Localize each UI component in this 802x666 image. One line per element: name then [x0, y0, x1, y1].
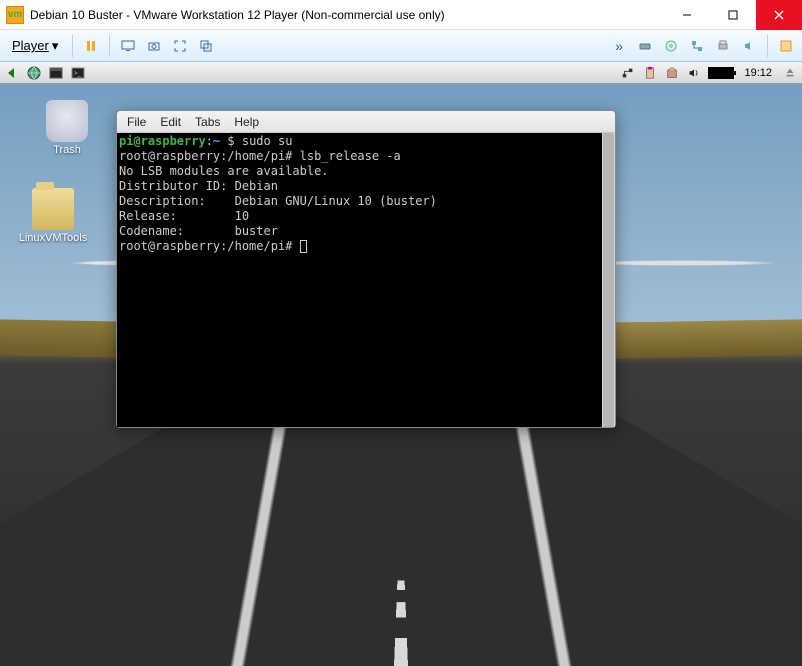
folder-icon — [32, 188, 74, 230]
terminal-menu-tabs[interactable]: Tabs — [195, 115, 220, 129]
term-line5: Description: Debian GNU/Linux 10 (buster… — [119, 194, 437, 208]
terminal-menubar: File Edit Tabs Help — [117, 111, 615, 133]
network-icon — [690, 39, 704, 53]
player-menu[interactable]: Player ▾ — [6, 36, 64, 56]
term-line2: root@raspberry:/home/pi# lsb_release -a — [119, 149, 401, 163]
battery-tray-icon[interactable] — [708, 67, 734, 79]
harddisk-button[interactable] — [635, 36, 655, 56]
clipboard-icon — [643, 66, 657, 80]
clipboard-tray-icon[interactable] — [642, 65, 658, 81]
printer-button[interactable] — [713, 36, 733, 56]
term-sep: : — [206, 134, 213, 148]
show-desktop-button[interactable] — [776, 36, 796, 56]
close-button[interactable] — [756, 0, 802, 30]
speaker-icon — [687, 66, 701, 80]
trash-icon — [46, 100, 88, 142]
term-prompt: $ — [220, 134, 242, 148]
vmware-toolbar: Player ▾ » — [0, 30, 802, 62]
term-line8: root@raspberry:/home/pi# — [119, 239, 300, 253]
guest-desktop[interactable]: >_ 19:12 Trash LinuxVMTools File Ed — [0, 62, 802, 666]
panel-clock[interactable]: 19:12 — [740, 67, 776, 79]
volume-tray-icon[interactable] — [686, 65, 702, 81]
terminal-scrollbar[interactable] — [602, 133, 615, 427]
terminal-cursor — [300, 240, 307, 253]
cd-icon — [664, 39, 678, 53]
snapshot-button[interactable] — [144, 36, 164, 56]
terminal-menu-edit[interactable]: Edit — [160, 115, 181, 129]
term-userhost: pi@raspberry — [119, 134, 206, 148]
sound-icon — [742, 39, 756, 53]
folder-label: LinuxVMTools — [18, 232, 88, 244]
arrow-left-icon — [4, 65, 20, 81]
terminal-menu-file[interactable]: File — [127, 115, 146, 129]
window-title: Debian 10 Buster - VMware Workstation 12… — [30, 8, 445, 22]
terminal-icon: >_ — [70, 65, 86, 81]
vmware-logo-icon: vm — [6, 6, 24, 24]
sound-button[interactable] — [739, 36, 759, 56]
chevron-right-icon: » — [615, 38, 623, 54]
screen-icon — [121, 39, 135, 53]
web-browser-launcher[interactable] — [26, 65, 42, 81]
fullscreen-icon — [173, 39, 187, 53]
network-button[interactable] — [687, 36, 707, 56]
pause-button[interactable] — [81, 36, 101, 56]
term-line7: Codename: buster — [119, 224, 278, 238]
term-cmd1: sudo su — [242, 134, 293, 148]
snapshot-icon — [147, 39, 161, 53]
minimize-button[interactable] — [664, 0, 710, 30]
svg-text:>_: >_ — [74, 71, 82, 77]
cd-button[interactable] — [661, 36, 681, 56]
logout-button[interactable] — [782, 65, 798, 81]
terminal-scrollbar-thumb[interactable] — [603, 133, 614, 427]
network-tray-icon[interactable] — [620, 65, 636, 81]
send-ctrl-alt-del-button[interactable] — [118, 36, 138, 56]
file-manager-launcher[interactable] — [48, 65, 64, 81]
harddisk-icon — [638, 39, 652, 53]
trash-label: Trash — [32, 144, 102, 156]
term-line6: Release: 10 — [119, 209, 249, 223]
close-icon — [772, 8, 786, 22]
terminal-menu-help[interactable]: Help — [234, 115, 259, 129]
globe-icon — [26, 65, 42, 81]
lxde-panel: >_ 19:12 — [0, 62, 802, 84]
trash-desktop-icon[interactable]: Trash — [32, 100, 102, 156]
unity-icon — [199, 39, 213, 53]
dropdown-caret-icon: ▾ — [52, 38, 59, 54]
drawer-icon — [48, 65, 64, 81]
back-button[interactable] — [4, 65, 20, 81]
vmware-titlebar: vm Debian 10 Buster - VMware Workstation… — [0, 0, 802, 30]
eject-icon — [783, 66, 797, 80]
pause-icon — [84, 39, 98, 53]
updates-tray-icon[interactable] — [664, 65, 680, 81]
unity-button[interactable] — [196, 36, 216, 56]
terminal-body[interactable]: pi@raspberry:~ $ sudo su root@raspberry:… — [117, 133, 615, 427]
terminal-launcher[interactable]: >_ — [70, 65, 86, 81]
term-line4: Distributor ID: Debian — [119, 179, 278, 193]
fullscreen-button[interactable] — [170, 36, 190, 56]
folder-desktop-icon[interactable]: LinuxVMTools — [18, 188, 88, 244]
arrow-icon-button[interactable]: » — [609, 36, 629, 56]
minimize-icon — [680, 8, 694, 22]
player-menu-label: Player — [12, 38, 49, 53]
term-line3: No LSB modules are available. — [119, 164, 329, 178]
terminal-window[interactable]: File Edit Tabs Help pi@raspberry:~ $ sud… — [116, 110, 616, 428]
maximize-icon — [726, 8, 740, 22]
printer-icon — [716, 39, 730, 53]
nm-icon — [621, 66, 635, 80]
maximize-button[interactable] — [710, 0, 756, 30]
window-list-icon — [779, 39, 793, 53]
package-icon — [665, 66, 679, 80]
